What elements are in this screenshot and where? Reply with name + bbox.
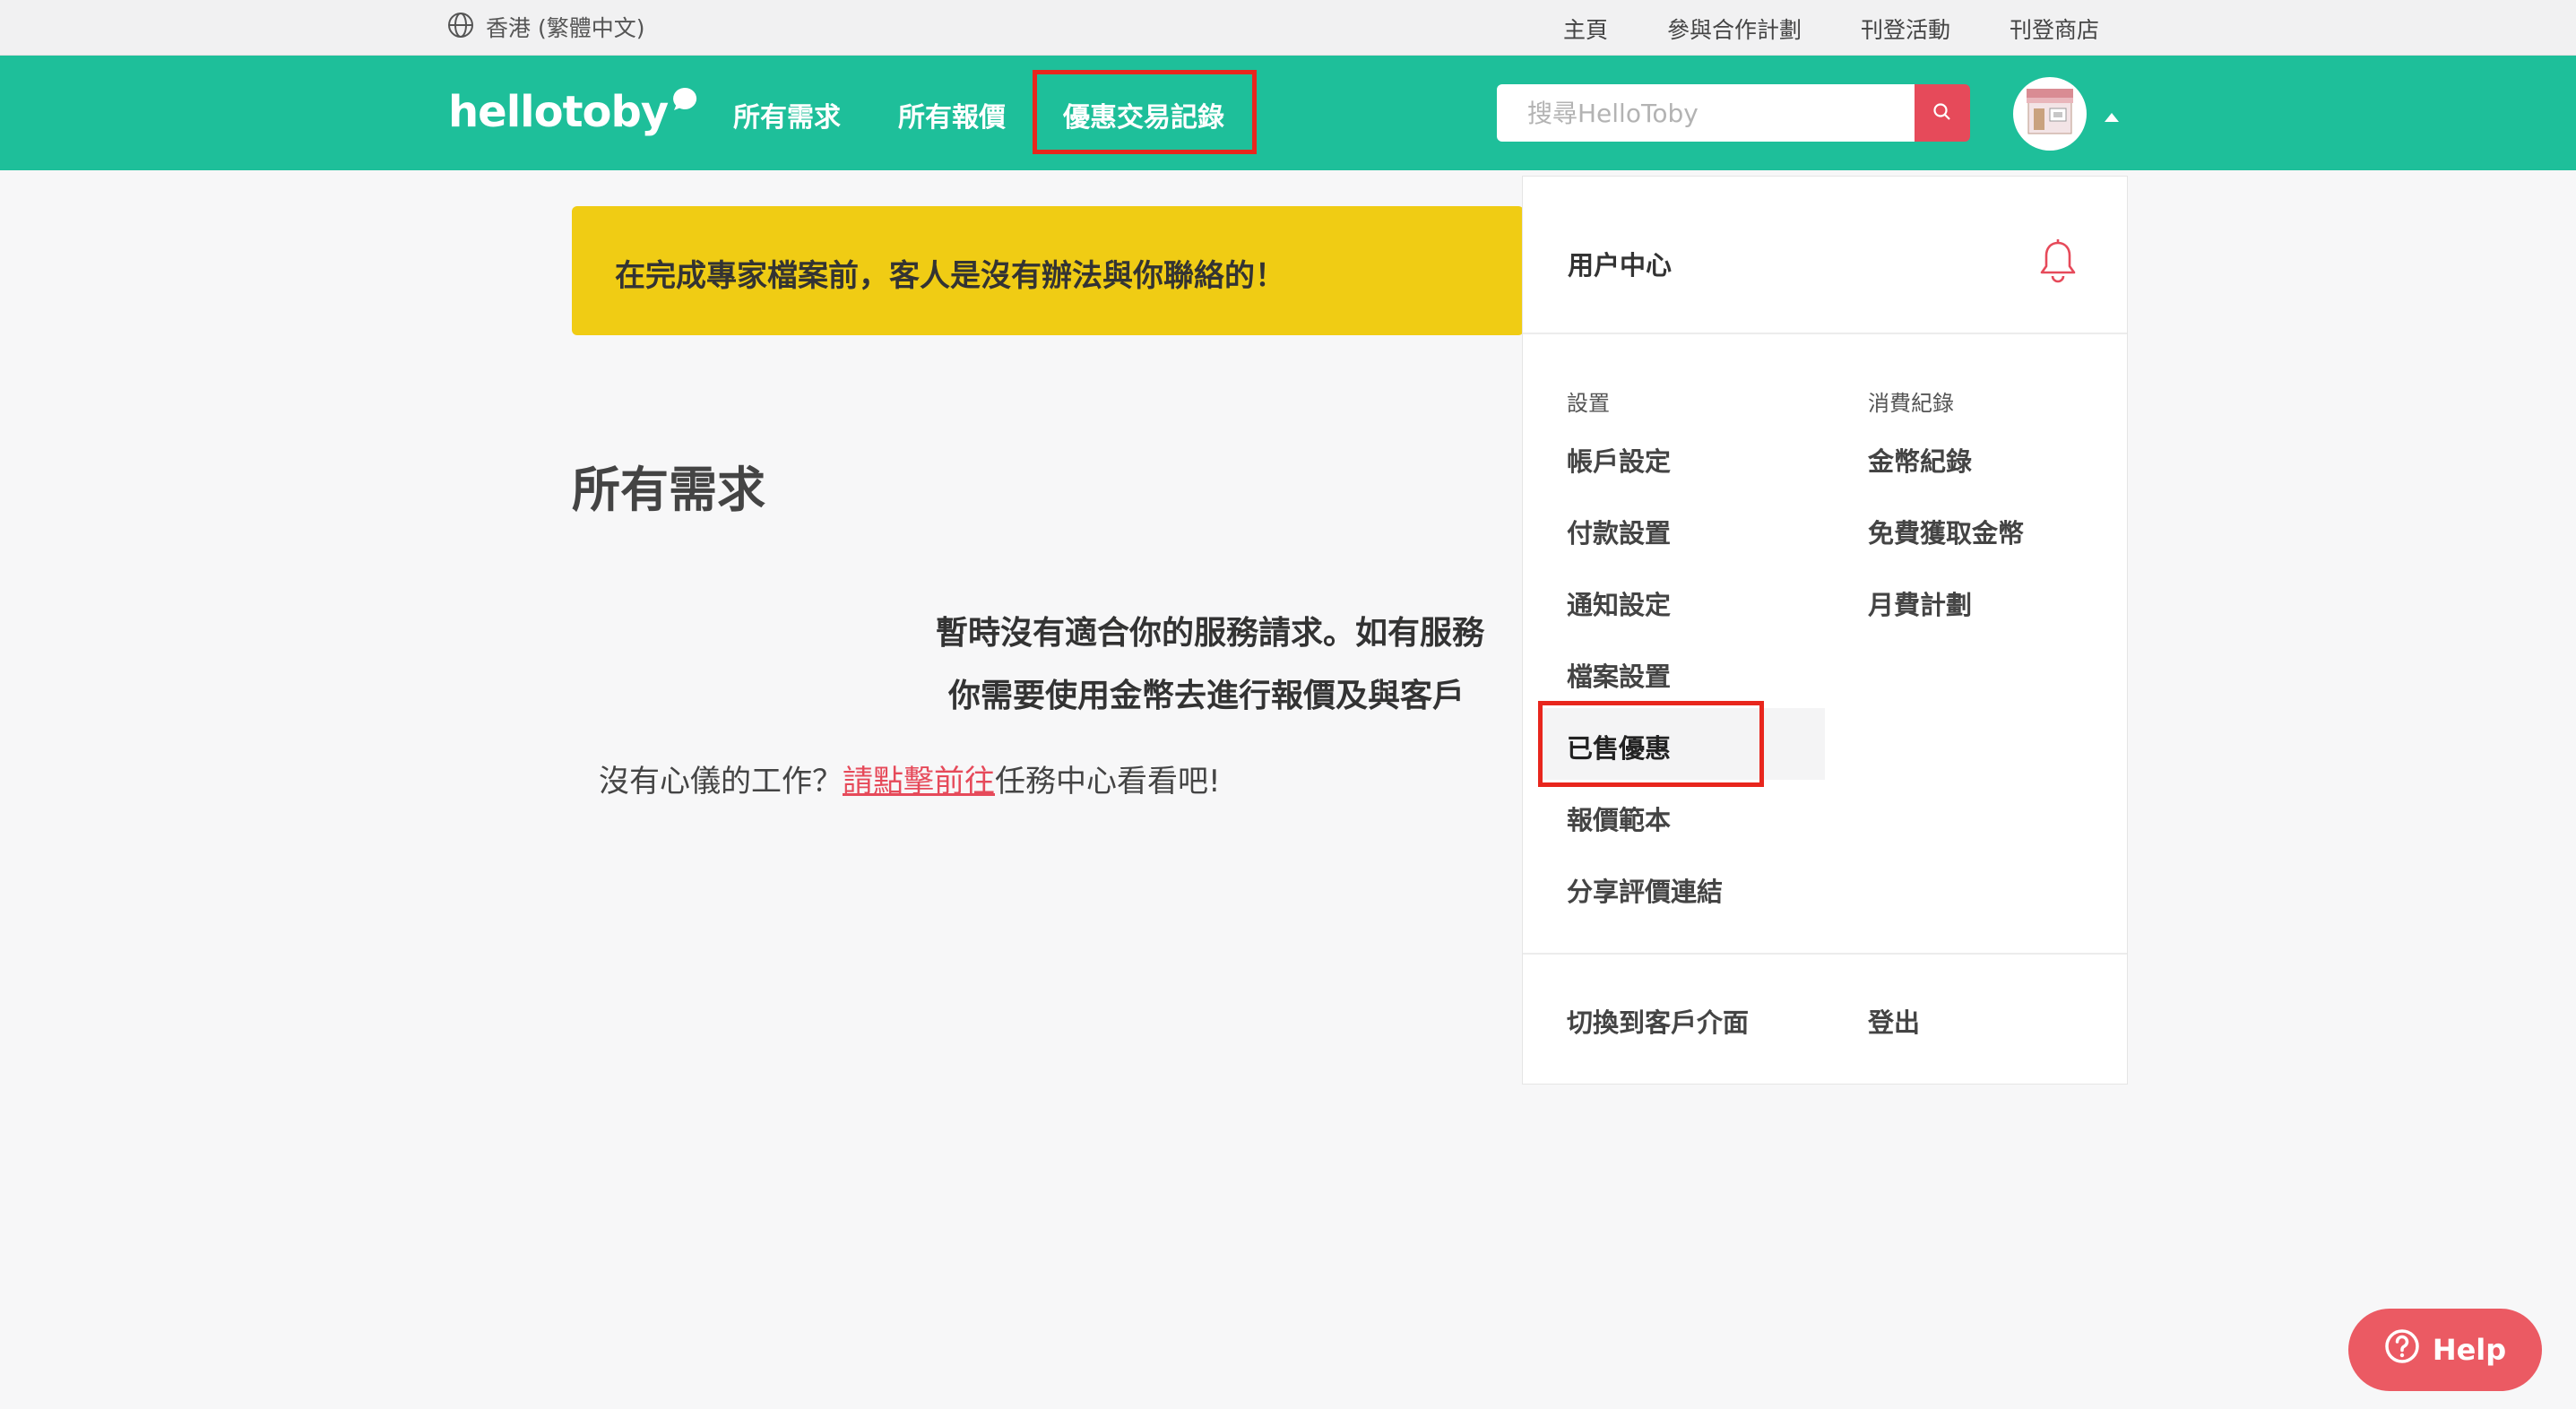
caret-up-icon[interactable] [2105,108,2119,125]
menu-quote-templates[interactable]: 報價範本 [1567,800,1671,837]
dropdown-header: 用户中心 [1523,177,2127,334]
menu-payment-settings[interactable]: 付款設置 [1567,513,1671,550]
search-input[interactable] [1497,84,1915,142]
menu-profile-settings[interactable]: 檔案設置 [1567,656,1671,694]
top-utility-bar: 香港 (繁體中文) 主頁 參與合作計劃 刊登活動 刊登商店 [0,0,2576,56]
menu-share-review-link[interactable]: 分享評價連結 [1567,871,1723,909]
empty-state-message: 暫時沒有適合你的服務請求。如有服務 你需要使用金幣去進行報價及與客戶 [896,602,1524,728]
toplink-post-event[interactable]: 刊登活動 [1861,13,1950,45]
search-icon [1932,102,1952,125]
menu-logout[interactable]: 登出 [1868,1002,1920,1040]
page-title: 所有需求 [572,462,765,518]
toplink-home[interactable]: 主頁 [1563,13,1608,45]
menu-account-settings[interactable]: 帳戶設定 [1567,441,1671,479]
logo-wordmark: hellotoby [448,87,669,137]
banner-text: 在完成專家檔案前，客人是沒有辦法與你聯絡的！ [615,258,1285,294]
toplink-partnership[interactable]: 參與合作計劃 [1667,13,1802,45]
nav-all-requests[interactable]: 所有需求 [733,95,841,134]
task-center-link[interactable]: 請點擊前往 [843,764,995,800]
search-bar [1497,84,1970,142]
spending-heading: 消費紀錄 [1868,391,1954,416]
help-button[interactable]: Help [2348,1309,2542,1391]
profile-warning-banner: 在完成專家檔案前，客人是沒有辦法與你聯絡的！ [572,206,1524,335]
menu-monthly-plan[interactable]: 月費計劃 [1868,584,1972,622]
user-center-link[interactable]: 用户中心 [1568,245,1672,282]
task-center-hint: 沒有心儀的工作？請點擊前往任務中心看看吧! [599,756,1221,800]
user-dropdown-menu: 用户中心 [1522,176,2128,1085]
menu-coin-records[interactable]: 金幣紀錄 [1868,441,1972,479]
globe-icon [446,11,475,43]
locale-selector[interactable]: 香港 (繁體中文) [446,11,644,43]
toplink-post-store[interactable]: 刊登商店 [2010,13,2099,45]
store-icon [2021,85,2079,143]
bell-icon[interactable] [2037,239,2079,288]
question-circle-icon [2384,1328,2420,1371]
locale-label: 香港 (繁體中文) [486,15,645,41]
hellotoby-logo[interactable]: hellotoby [448,82,698,145]
nav-all-quotes[interactable]: 所有報價 [898,95,1006,134]
empty-line-1: 暫時沒有適合你的服務請求。如有服務 [935,615,1484,652]
dropdown-highlight-box [1538,701,1764,787]
avatar[interactable] [2013,77,2087,151]
hint-suffix: 任務中心看看吧! [995,764,1221,800]
search-button[interactable] [1915,84,1970,142]
menu-notification-settings[interactable]: 通知設定 [1567,584,1671,622]
hint-prefix: 沒有心儀的工作？ [599,764,843,800]
nav-highlight-box [1033,70,1257,154]
menu-switch-to-client[interactable]: 切換到客戶介面 [1567,1002,1749,1040]
settings-heading: 設置 [1567,391,1610,416]
menu-free-coins[interactable]: 免費獲取金幣 [1868,513,2024,550]
empty-line-2: 你需要使用金幣去進行報價及與客戶 [948,678,1465,714]
speech-bubble-icon [671,86,698,117]
help-label: Help [2432,1333,2507,1367]
main-navbar: hellotoby 所有需求 所有報價 優惠交易記錄 [0,56,2576,170]
